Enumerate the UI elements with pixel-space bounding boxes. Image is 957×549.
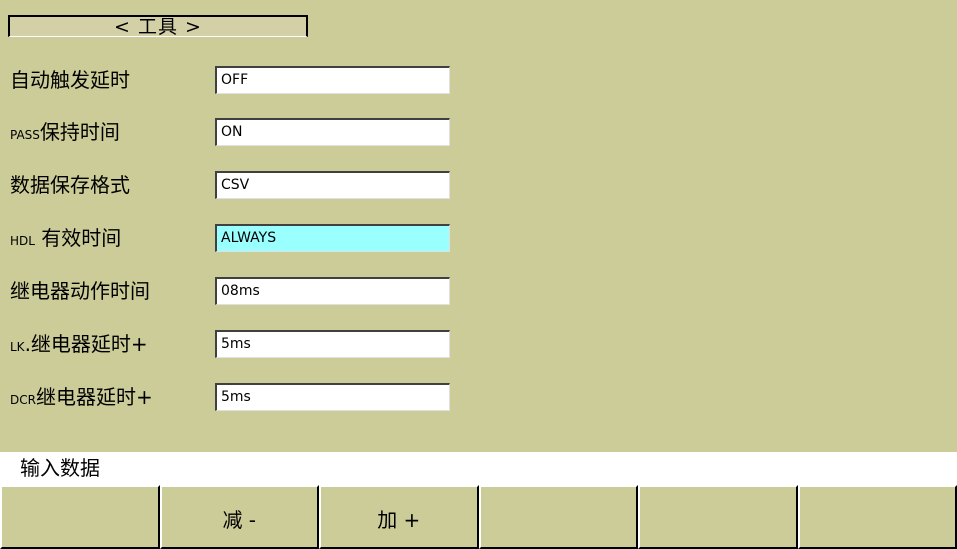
setting-label: LK.继电器延时+: [10, 332, 148, 356]
setting-value-field[interactable]: 08ms: [215, 277, 450, 305]
setting-row-dcr-relay-delay: DCR继电器延时+ 5ms: [0, 377, 460, 417]
setting-value-field[interactable]: OFF: [215, 66, 450, 94]
softkey-4[interactable]: [478, 485, 638, 549]
setting-label: 数据保存格式: [10, 173, 130, 197]
setting-row-pass-hold-time: PASS保持时间 ON: [0, 112, 460, 152]
softkey-1[interactable]: [0, 485, 160, 549]
setting-value-field-selected[interactable]: ALWAYS: [215, 224, 450, 252]
setting-label: DCR继电器延时+: [10, 385, 153, 409]
setting-value-field[interactable]: CSV: [215, 171, 450, 199]
status-text: 输入数据: [20, 456, 100, 480]
softkey-5[interactable]: [638, 485, 798, 549]
softkey-decrement-button[interactable]: 减 -: [159, 485, 319, 549]
setting-label: 继电器动作时间: [10, 279, 150, 303]
setting-row-data-save-format: 数据保存格式 CSV: [0, 165, 460, 205]
status-bar: 输入数据: [0, 452, 957, 485]
softkey-6[interactable]: [797, 485, 957, 549]
setting-row-lk-relay-delay: LK.继电器延时+ 5ms: [0, 324, 460, 364]
page-title-tab: < 工具 >: [8, 15, 308, 38]
setting-value-field[interactable]: 5ms: [215, 330, 450, 358]
softkey-bar: 减 - 加 +: [0, 485, 957, 549]
setting-value-field[interactable]: ON: [215, 118, 450, 146]
setting-label: 自动触发延时: [10, 68, 130, 92]
setting-label: PASS保持时间: [10, 120, 120, 144]
setting-row-relay-action-time: 继电器动作时间 08ms: [0, 271, 460, 311]
setting-row-hdl-valid-time: HDL 有效时间 ALWAYS: [0, 218, 460, 258]
softkey-increment-button[interactable]: 加 +: [319, 485, 479, 549]
setting-value-field[interactable]: 5ms: [215, 383, 450, 411]
setting-row-auto-trigger-delay: 自动触发延时 OFF: [0, 60, 460, 100]
setting-label: HDL 有效时间: [10, 226, 122, 250]
